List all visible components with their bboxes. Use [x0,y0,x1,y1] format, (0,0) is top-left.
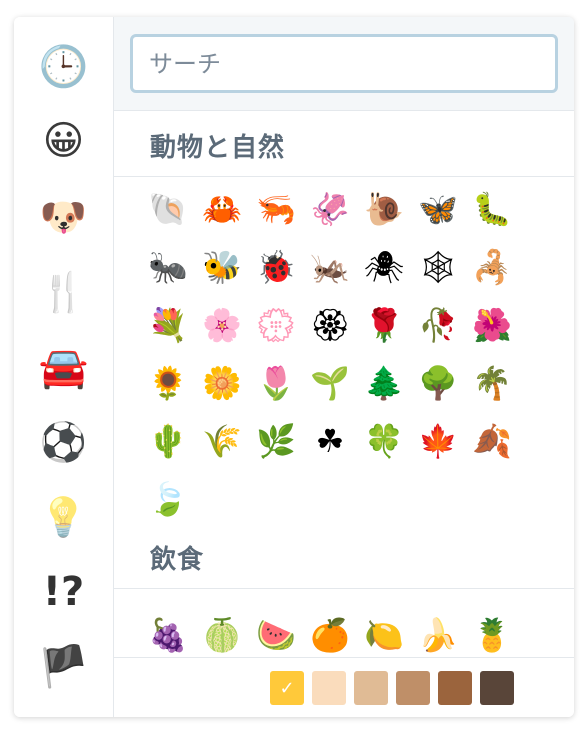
emoji-cell[interactable]: 🐚 [141,180,195,238]
emoji-cell[interactable]: 🐞 [249,238,303,296]
emoji-cell[interactable]: 🌺 [465,296,519,354]
emoji-cell[interactable]: 🏵 [303,296,357,354]
search-bar [114,17,574,111]
emoji-cell[interactable]: 🦗 [303,238,357,296]
emoji-cell[interactable]: 🌿 [249,412,303,470]
emoji-cell[interactable]: 🐜 [141,238,195,296]
emoji-cell[interactable]: 🦋 [411,180,465,238]
emoji-cell[interactable]: 🍍 [465,606,519,664]
emoji-cell[interactable]: 🍃 [141,470,195,528]
category-flags-flag-icon[interactable]: 🏴 [14,637,113,697]
category-travel-car-icon[interactable]: 🚘 [14,338,113,398]
emoji-cell[interactable]: 🍀 [357,412,411,470]
search-input[interactable] [130,34,558,93]
skin-tone-swatch-selected[interactable]: ✓ [270,671,304,705]
skin-tone-swatch[interactable] [312,671,346,705]
section-header-animals-nature: 動物と自然 [114,113,574,177]
emoji-cell[interactable]: 🌾 [195,412,249,470]
skin-tone-footer: ✓ [114,657,574,717]
emoji-grid-animals-nature: 🐚 🦀 🦐 🦑 🐌 🦋 🐛 🐜 🐝 🐞 🦗 🕷 🕸 🦂 💐 🌸 💮 🏵 🌹 🥀 🌺 🌻 🌼 🌷 🌱 🌲 🌳 🌴 🌵 🌾 🌿 ☘ 🍀 🍁 🍂 🍃 [141,180,519,528]
emoji-cell[interactable]: 🕸 [411,238,465,296]
category-food-fork-knife-icon[interactable]: 🍴 [14,262,113,322]
emoji-cell[interactable]: 🌵 [141,412,195,470]
skin-tone-selector: ✓ [270,671,514,705]
emoji-cell[interactable]: 🌸 [195,296,249,354]
emoji-cell[interactable]: 🦐 [249,180,303,238]
emoji-main-panel: 動物と自然 🐚🦀🦐🦑🐌🦋🐛 🐜🐝🐞🦗🕷🕸🦂 💐🌸💮🏵🌹🥀🌺 🌻🌼🌷🌱🌲🌳🌴 🌵🌾🌿☘🍀🍁… [114,17,574,717]
category-objects-light-bulb-icon[interactable]: 💡 [14,487,113,547]
emoji-grid-food-drink: 🍇 🍈 🍉 🍊 🍋 🍌 🍍 [141,606,519,664]
emoji-cell[interactable]: 🌹 [357,296,411,354]
emoji-cell[interactable]: 🍂 [465,412,519,470]
emoji-cell[interactable]: 🍇 [141,606,195,664]
emoji-cell[interactable]: 🌳 [411,354,465,412]
emoji-cell[interactable]: 🥀 [411,296,465,354]
emoji-cell[interactable]: 🌴 [465,354,519,412]
emoji-cell[interactable]: 🍋 [357,606,411,664]
skin-tone-swatch[interactable] [396,671,430,705]
category-recent-clock-icon[interactable]: 🕒 [14,37,113,97]
emoji-cell[interactable]: 🐌 [357,180,411,238]
emoji-cell[interactable]: 💐 [141,296,195,354]
skin-tone-swatch[interactable] [438,671,472,705]
category-activities-soccer-ball-icon[interactable]: ⚽ [14,412,113,472]
emoji-cell[interactable]: 🌷 [249,354,303,412]
emoji-cell[interactable]: 🍁 [411,412,465,470]
section-title: 動物と自然 [150,133,286,163]
emoji-cell[interactable]: 🍈 [195,606,249,664]
checkmark-icon: ✓ [279,677,295,699]
emoji-cell[interactable]: 🍉 [249,606,303,664]
emoji-cell[interactable]: 🍊 [303,606,357,664]
emoji-picker: 🕒 😀 🐶 🍴 🚘 ⚽ 💡 !? 🏴 動物と自然 🐚🦀🦐🦑🐌🦋🐛 🐜🐝🐞🦗🕷🕸🦂 💐… [14,17,574,717]
emoji-cell[interactable]: 💮 [249,296,303,354]
emoji-cell[interactable]: 🐛 [465,180,519,238]
emoji-cell[interactable]: 🦂 [465,238,519,296]
section-title: 飲食 [150,545,205,575]
emoji-cell[interactable]: 🌼 [195,354,249,412]
emoji-cell[interactable]: 🌱 [303,354,357,412]
emoji-cell[interactable]: 🌻 [141,354,195,412]
section-header-food-drink: 飲食 [114,525,574,589]
skin-tone-swatch[interactable] [480,671,514,705]
category-symbols-interrobang-icon[interactable]: !? [14,562,113,622]
category-animals-dog-face-icon[interactable]: 🐶 [14,187,113,247]
emoji-cell[interactable]: 🦀 [195,180,249,238]
skin-tone-swatch[interactable] [354,671,388,705]
category-smileys-grinning-face-icon[interactable]: 😀 [14,111,113,171]
emoji-cell[interactable]: 🕷 [357,238,411,296]
emoji-cell[interactable]: 🍌 [411,606,465,664]
category-sidebar: 🕒 😀 🐶 🍴 🚘 ⚽ 💡 !? 🏴 [14,17,114,717]
emoji-cell[interactable]: ☘ [303,412,357,470]
emoji-cell[interactable]: 🐝 [195,238,249,296]
emoji-cell[interactable]: 🌲 [357,354,411,412]
emoji-cell[interactable]: 🦑 [303,180,357,238]
